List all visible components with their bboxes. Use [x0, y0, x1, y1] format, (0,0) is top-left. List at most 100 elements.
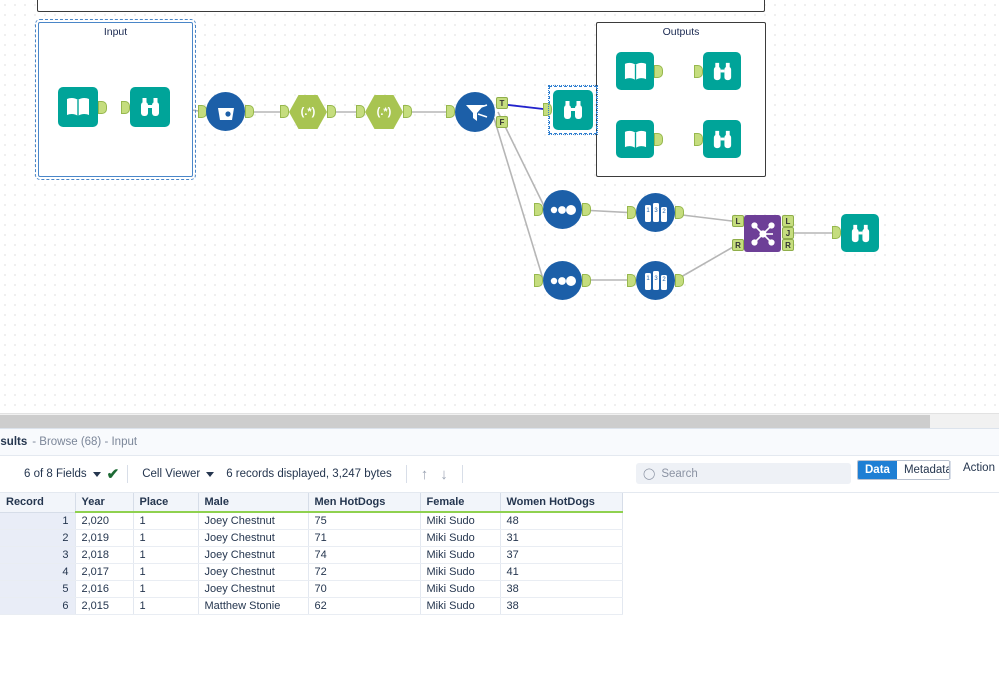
table-row[interactable]: 1 2,020 1 Joey Chestnut 75 Miki Sudo 48: [0, 512, 623, 530]
book-icon: [616, 120, 654, 158]
output-anchor[interactable]: [245, 105, 254, 118]
output-anchor[interactable]: [403, 105, 412, 118]
records-label: 6 records displayed, 3,247 bytes: [226, 468, 392, 480]
column-header-male[interactable]: Male: [198, 493, 309, 513]
sort-tool-1[interactable]: 1 3 2: [627, 193, 684, 232]
input-anchor[interactable]: [446, 105, 455, 118]
output-anchor[interactable]: [654, 133, 663, 146]
filter-true-anchor[interactable]: T: [496, 97, 508, 109]
join-right-input-anchor[interactable]: R: [732, 239, 744, 251]
input-anchor[interactable]: [694, 133, 703, 146]
cell-female: Miki Sudo: [420, 580, 501, 598]
column-header-female[interactable]: Female: [420, 493, 501, 513]
join-left-input-anchor[interactable]: L: [732, 215, 744, 227]
browse-tool-1[interactable]: [121, 87, 170, 127]
check-icon[interactable]: ✔: [107, 465, 120, 483]
column-header-place[interactable]: Place: [133, 493, 199, 513]
column-header-record[interactable]: Record: [0, 493, 76, 513]
column-header-year[interactable]: Year: [75, 493, 134, 513]
scroll-up-button[interactable]: ↑: [415, 466, 435, 483]
cell-female: Miki Sudo: [420, 597, 501, 615]
output-browse-2[interactable]: [694, 120, 741, 158]
regex-tool-2[interactable]: (.*): [356, 95, 412, 129]
table-row[interactable]: 2 2,019 1 Joey Chestnut 71 Miki Sudo 31: [0, 529, 623, 547]
book-icon: [58, 87, 98, 127]
cell-male: Joey Chestnut: [198, 580, 309, 598]
column-header-women-hotdogs[interactable]: Women HotDogs: [500, 493, 623, 513]
fields-selector[interactable]: 6 of 8 Fields: [18, 460, 107, 488]
join-inner-output-anchor[interactable]: J: [782, 227, 794, 239]
data-metadata-toggle[interactable]: Data Metadata: [857, 460, 950, 480]
divider: [950, 461, 951, 479]
top-partial-container[interactable]: [37, 0, 765, 12]
canvas-horizontal-scrollbar[interactable]: [0, 413, 999, 428]
input-data-tool[interactable]: [58, 87, 107, 127]
scrollbar-thumb[interactable]: [0, 415, 930, 428]
output-anchor[interactable]: [98, 101, 107, 114]
select-tool-1[interactable]: [534, 190, 591, 229]
browse-tool-selected[interactable]: [543, 85, 598, 135]
output-anchor[interactable]: [675, 206, 684, 219]
binoculars-icon: [130, 87, 170, 127]
output-anchor[interactable]: [582, 274, 591, 287]
cell-record: 1: [0, 512, 76, 530]
filter-tool[interactable]: T F: [446, 92, 508, 132]
cell-year: 2,016: [75, 580, 134, 598]
join-right-output-anchor[interactable]: R: [782, 239, 794, 251]
output-anchor[interactable]: [654, 65, 663, 78]
join-left-output-anchor[interactable]: L: [782, 215, 794, 227]
input-anchor[interactable]: [543, 103, 552, 116]
actions-button[interactable]: Action: [963, 462, 995, 474]
sort-tool-2[interactable]: 1 3 2: [627, 261, 684, 300]
cell-male: Joey Chestnut: [198, 529, 309, 547]
search-box[interactable]: ◯: [636, 463, 851, 484]
browse-tool-final[interactable]: [832, 214, 879, 252]
data-tab[interactable]: Data: [858, 461, 897, 479]
input-anchor[interactable]: [280, 105, 289, 118]
funnel-icon: [455, 92, 495, 132]
cell-female: Miki Sudo: [420, 512, 501, 530]
table-row[interactable]: 5 2,016 1 Joey Chestnut 70 Miki Sudo 38: [0, 580, 623, 598]
input-anchor[interactable]: [694, 65, 703, 78]
input-anchor[interactable]: [627, 274, 636, 287]
output-book-2[interactable]: [616, 120, 663, 158]
binoculars-icon: [553, 90, 593, 130]
input-anchor[interactable]: [832, 226, 841, 239]
table-row[interactable]: 4 2,017 1 Joey Chestnut 72 Miki Sudo 41: [0, 563, 623, 581]
cell-year: 2,020: [75, 512, 134, 530]
cell-record: 2: [0, 529, 76, 547]
table-row[interactable]: 6 2,015 1 Matthew Stonie 62 Miki Sudo 38: [0, 597, 623, 615]
input-anchor[interactable]: [356, 105, 365, 118]
input-anchor[interactable]: [627, 206, 636, 219]
table-row[interactable]: 3 2,018 1 Joey Chestnut 74 Miki Sudo 37: [0, 546, 623, 564]
search-input[interactable]: [661, 467, 844, 480]
column-header-men-hotdogs[interactable]: Men HotDogs: [308, 493, 421, 513]
input-anchor[interactable]: [534, 274, 543, 287]
output-anchor[interactable]: [675, 274, 684, 287]
results-grid[interactable]: Record Year Place Male Men HotDogs Femal…: [0, 493, 999, 678]
cell-place: 1: [133, 563, 199, 581]
cell-viewer-selector[interactable]: Cell Viewer: [136, 460, 220, 488]
outputs-container-title: Outputs: [662, 26, 700, 38]
output-anchor[interactable]: [327, 105, 336, 118]
cell-female: Miki Sudo: [420, 546, 501, 564]
filter-false-anchor[interactable]: F: [496, 116, 508, 128]
regex-tool-1[interactable]: (.*): [280, 95, 336, 129]
data-cleansing-tool[interactable]: [198, 92, 254, 131]
input-anchor[interactable]: [121, 101, 130, 114]
table-body: 1 2,020 1 Joey Chestnut 75 Miki Sudo 48 …: [0, 512, 623, 615]
fields-label: 6 of 8 Fields: [24, 468, 87, 480]
chevron-down-icon: [206, 471, 215, 477]
cell-men-hotdogs: 71: [308, 529, 421, 547]
input-anchor[interactable]: [534, 203, 543, 216]
select-tool-2[interactable]: [534, 261, 591, 300]
cell-women-hotdogs: 38: [500, 597, 623, 615]
output-browse-1[interactable]: [694, 52, 741, 90]
metadata-tab[interactable]: Metadata: [896, 461, 949, 479]
output-anchor[interactable]: [582, 203, 591, 216]
workflow-canvas[interactable]: Input Outputs (.*) (.*) T F 1 3 2 1 3 2 …: [0, 0, 999, 413]
output-book-1[interactable]: [616, 52, 663, 90]
join-tool[interactable]: L R L J R: [732, 215, 794, 252]
cell-male: Matthew Stonie: [198, 597, 309, 615]
scroll-down-button[interactable]: ↓: [434, 466, 454, 483]
